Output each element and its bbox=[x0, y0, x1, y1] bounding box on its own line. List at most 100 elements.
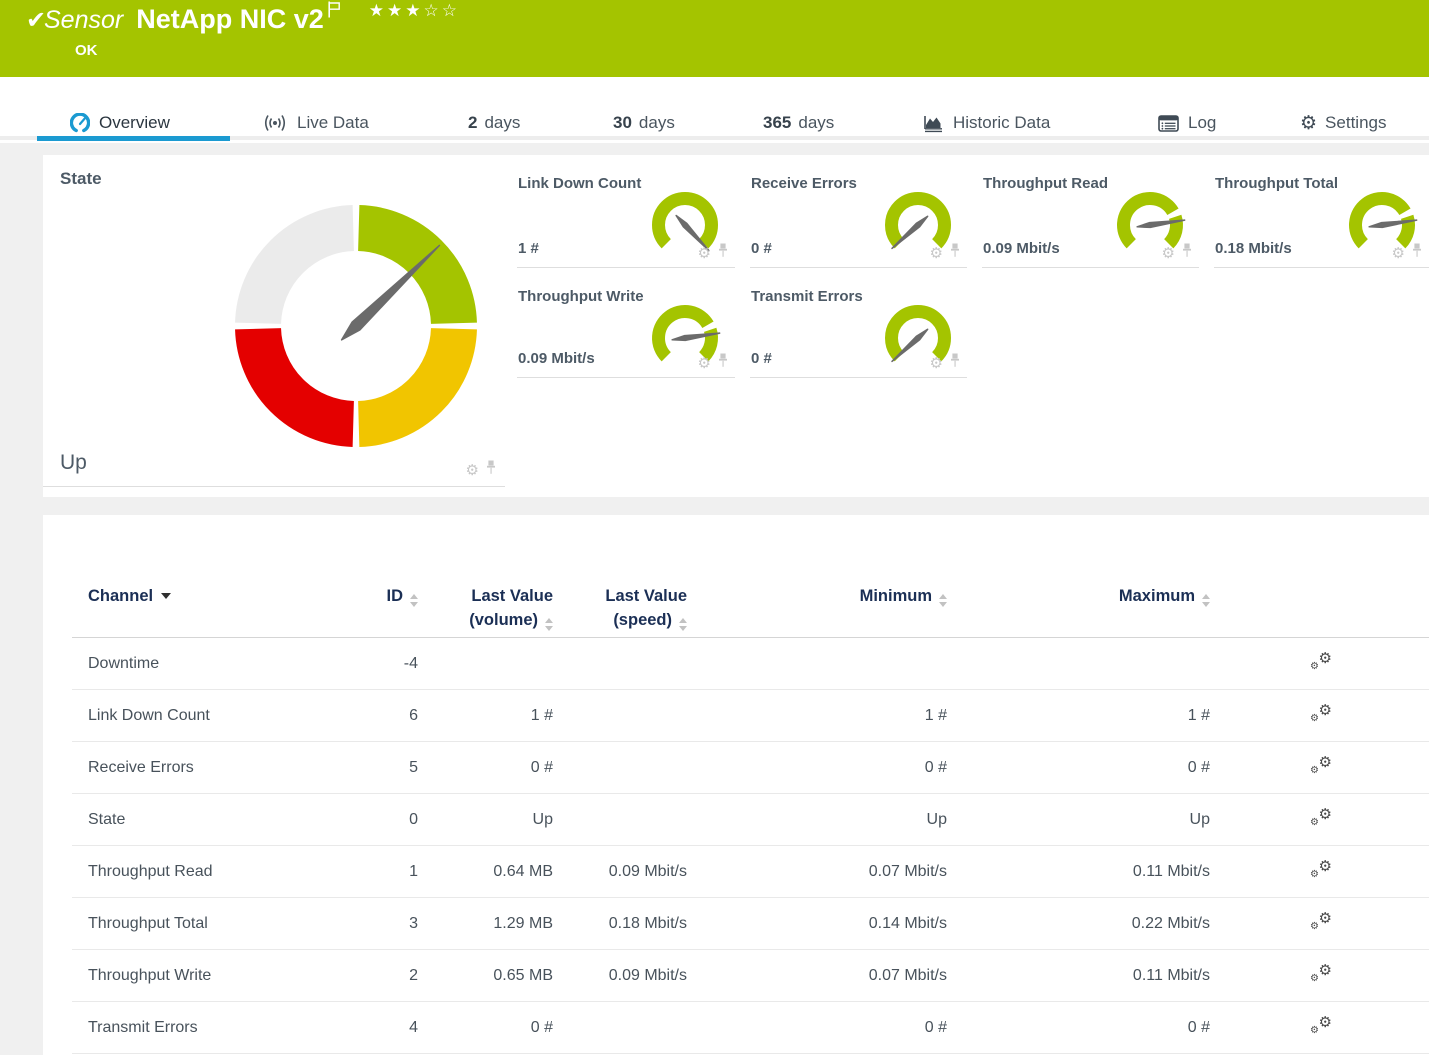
cell-id: 1 bbox=[302, 846, 418, 898]
pin-icon[interactable] bbox=[1181, 243, 1193, 263]
tab-number: 2 bbox=[468, 113, 477, 133]
cell-max: 0.22 Mbit/s bbox=[947, 898, 1210, 950]
channel-settings-icon[interactable]: ⚙⚙ bbox=[1310, 704, 1332, 722]
sort-icon bbox=[679, 618, 687, 631]
cell-channel: Throughput Write bbox=[72, 950, 302, 1002]
table-row[interactable]: Transmit Errors40 #0 #0 #⚙⚙ bbox=[72, 1002, 1429, 1054]
cell-min bbox=[687, 638, 947, 690]
broadcast-icon bbox=[262, 113, 288, 133]
table-row[interactable]: Throughput Write20.65 MB0.09 Mbit/s0.07 … bbox=[72, 950, 1429, 1002]
tab-settings[interactable]: ⚙ Settings bbox=[1300, 110, 1386, 136]
cell-min: 0.07 Mbit/s bbox=[687, 846, 947, 898]
mini-gauge-cell: Receive Errors0 #⚙ bbox=[750, 165, 967, 268]
channel-settings-icon[interactable]: ⚙ bbox=[698, 246, 711, 261]
cell-max bbox=[947, 638, 1210, 690]
gauge-icon bbox=[70, 113, 90, 133]
cell-max: 1 # bbox=[947, 690, 1210, 742]
cell-volume: 0 # bbox=[418, 1002, 553, 1054]
cell-id: 5 bbox=[302, 742, 418, 794]
gauges-panel: State Up ⚙ Link Down Count1 #⚙Receive Er… bbox=[43, 155, 1429, 497]
channel-settings-icon[interactable]: ⚙⚙ bbox=[1310, 860, 1332, 878]
tab-number: 365 bbox=[763, 113, 791, 133]
sort-icon bbox=[410, 594, 418, 607]
channel-settings-icon[interactable]: ⚙ bbox=[930, 356, 943, 371]
log-list-icon bbox=[1158, 115, 1179, 132]
tab-live-data[interactable]: Live Data bbox=[262, 110, 369, 136]
cell-min: 0.07 Mbit/s bbox=[687, 950, 947, 1002]
cell-min: 0 # bbox=[687, 1002, 947, 1054]
cell-min: 0 # bbox=[687, 742, 947, 794]
star-rating[interactable]: ★★★☆☆ bbox=[369, 1, 460, 21]
state-gauge-cell: State Up ⚙ bbox=[43, 155, 505, 487]
cell-id: 3 bbox=[302, 898, 418, 950]
column-header-last-value-speed[interactable]: Last Value (speed) bbox=[553, 555, 687, 638]
tab-label: days bbox=[639, 113, 675, 133]
tab-2-days[interactable]: 2 days bbox=[468, 110, 520, 136]
cell-speed bbox=[553, 690, 687, 742]
cell-speed bbox=[553, 794, 687, 846]
tab-log[interactable]: Log bbox=[1158, 110, 1216, 136]
gauge-value: 0.09 Mbit/s bbox=[983, 240, 1060, 257]
cell-volume: 1.29 MB bbox=[418, 898, 553, 950]
area-chart-icon bbox=[923, 114, 944, 133]
channel-settings-icon[interactable]: ⚙ bbox=[1392, 246, 1405, 261]
mini-gauge-cell: Throughput Read 0.09 Mbit/s ⚙ bbox=[982, 165, 1199, 268]
table-row[interactable]: Receive Errors50 #0 #0 #⚙⚙ bbox=[72, 742, 1429, 794]
pin-icon[interactable] bbox=[949, 353, 961, 373]
cell-min: 0.14 Mbit/s bbox=[687, 898, 947, 950]
cell-channel: Receive Errors bbox=[72, 742, 302, 794]
sensor-overview-page: ✔ SensorNetApp NIC v2 ★★★☆☆ OK Overview bbox=[0, 0, 1429, 1055]
cell-speed: 0.18 Mbit/s bbox=[553, 898, 687, 950]
cell-volume: 0.64 MB bbox=[418, 846, 553, 898]
column-header-actions bbox=[1210, 555, 1429, 638]
object-kind-label: Sensor bbox=[44, 6, 123, 34]
table-row[interactable]: Throughput Read10.64 MB0.09 Mbit/s0.07 M… bbox=[72, 846, 1429, 898]
table-row[interactable]: Throughput Total31.29 MB0.18 Mbit/s0.14 … bbox=[72, 898, 1429, 950]
pin-icon[interactable] bbox=[1411, 243, 1423, 263]
channel-settings-icon[interactable]: ⚙ bbox=[698, 356, 711, 371]
cell-speed: 0.09 Mbit/s bbox=[553, 846, 687, 898]
sort-icon bbox=[545, 618, 553, 631]
table-row[interactable]: Link Down Count61 #1 #1 #⚙⚙ bbox=[72, 690, 1429, 742]
channel-settings-icon[interactable]: ⚙ bbox=[930, 246, 943, 261]
tab-label: Overview bbox=[99, 113, 170, 133]
cell-channel: Link Down Count bbox=[72, 690, 302, 742]
gauge-title: Throughput Total bbox=[1215, 175, 1338, 192]
status-text: OK bbox=[75, 42, 98, 59]
table-row[interactable]: State0UpUpUp⚙⚙ bbox=[72, 794, 1429, 846]
column-header-id[interactable]: ID bbox=[302, 555, 418, 638]
column-header-last-value-volume[interactable]: Last Value (volume) bbox=[418, 555, 553, 638]
channel-settings-icon[interactable]: ⚙⚙ bbox=[1310, 1016, 1332, 1034]
cell-speed bbox=[553, 638, 687, 690]
column-header-channel[interactable]: Channel bbox=[72, 555, 302, 638]
tab-overview[interactable]: Overview bbox=[70, 110, 170, 136]
column-header-maximum[interactable]: Maximum bbox=[947, 555, 1210, 638]
channel-settings-icon[interactable]: ⚙⚙ bbox=[1310, 652, 1332, 670]
gauge-title: Receive Errors bbox=[751, 175, 857, 192]
cell-min: 1 # bbox=[687, 690, 947, 742]
channel-settings-icon[interactable]: ⚙⚙ bbox=[1310, 964, 1332, 982]
channel-settings-icon[interactable]: ⚙⚙ bbox=[1310, 808, 1332, 826]
pin-icon[interactable] bbox=[485, 460, 497, 480]
cell-volume: Up bbox=[418, 794, 553, 846]
cell-channel: State bbox=[72, 794, 302, 846]
channel-settings-icon[interactable]: ⚙⚙ bbox=[1310, 912, 1332, 930]
channel-settings-icon[interactable]: ⚙ bbox=[466, 463, 479, 478]
gauge-value: 0 # bbox=[751, 350, 772, 367]
table-row[interactable]: Downtime-4⚙⚙ bbox=[72, 638, 1429, 690]
channel-settings-icon[interactable]: ⚙ bbox=[1162, 246, 1175, 261]
cell-channel: Downtime bbox=[72, 638, 302, 690]
tab-30-days[interactable]: 30 days bbox=[613, 110, 675, 136]
pin-icon[interactable] bbox=[717, 353, 729, 373]
gauge-title: Throughput Read bbox=[983, 175, 1108, 192]
sort-desc-icon bbox=[161, 593, 171, 599]
tab-historic-data[interactable]: Historic Data bbox=[923, 110, 1050, 136]
pin-icon[interactable] bbox=[949, 243, 961, 263]
tab-365-days[interactable]: 365 days bbox=[763, 110, 834, 136]
channel-settings-icon[interactable]: ⚙⚙ bbox=[1310, 756, 1332, 774]
column-header-minimum[interactable]: Minimum bbox=[687, 555, 947, 638]
flag-icon[interactable] bbox=[328, 1, 341, 23]
sort-icon bbox=[939, 594, 947, 607]
cell-speed bbox=[553, 742, 687, 794]
pin-icon[interactable] bbox=[717, 243, 729, 263]
